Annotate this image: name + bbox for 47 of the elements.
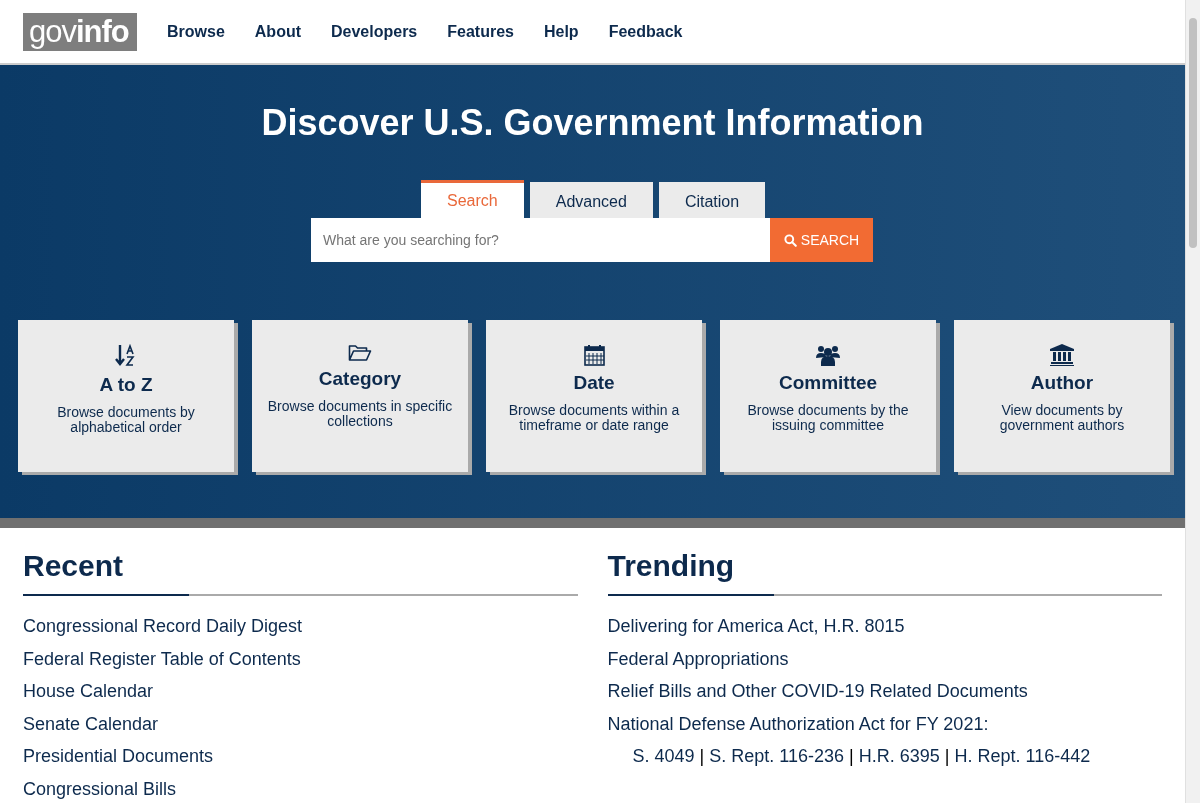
card-description: Browse documents by the issuing committee [746,403,910,433]
search-icon [783,233,797,247]
card-title: Author [1029,372,1095,395]
hero-title: Discover U.S. Government Information [260,101,925,145]
sub-link[interactable]: H. Rept. 116-442 [954,746,1091,766]
list-link[interactable]: Federal Register Table of Contents [23,642,578,675]
list-link[interactable]: Congressional Bills [23,772,578,803]
list-link[interactable]: Relief Bills and Other COVID-19 Related Documents [607,675,1162,708]
search-field[interactable]: What are you searching for? [311,218,770,263]
search-tab[interactable]: Citation [658,182,766,219]
list-link[interactable]: Congressional Record Daily Digest [23,610,578,643]
list-link[interactable]: House Calendar [23,675,578,708]
list-link[interactable]: Presidential Documents [23,740,578,773]
nav-link[interactable]: Help [543,19,579,44]
section-heading: Recent [23,548,125,584]
people-icon [816,344,840,367]
logo[interactable]: govinfo [23,12,137,51]
sort-alpha-icon [115,344,137,369]
nav-link[interactable]: Developers [331,19,418,44]
sub-link[interactable]: S. 4049 [632,746,695,766]
scrollbar[interactable] [1185,0,1200,803]
building-icon [1050,344,1074,367]
search-tab[interactable]: Advanced [529,182,653,219]
sub-link[interactable]: S. Rept. 116-236 [709,746,845,766]
separator: | [849,746,854,766]
card-description: Browse documents within a timeframe or date range [507,403,681,433]
list-link[interactable]: Senate Calendar [23,707,578,740]
nav-link[interactable]: Browse [167,19,225,44]
list-link[interactable]: Delivering for America Act, H.R. 8015 [607,610,1162,643]
card-title: Category [317,368,403,391]
card-description: Browse documents by alphabetical order [56,405,196,435]
list-link[interactable]: Federal Appropriations [607,642,1162,675]
sub-link[interactable]: H.R. 6395 [858,746,940,766]
card-description: Browse documents in specific collections [266,399,454,429]
folder-icon [348,344,372,363]
card-title: Date [572,372,616,395]
nav-link[interactable]: Features [447,19,514,44]
list-link[interactable]: National Defense Authorization Act for FY 2021: [607,707,1162,740]
nav-link[interactable]: About [254,19,301,44]
nav-link[interactable]: Feedback [608,19,683,44]
card-title: Committee [777,372,879,395]
calendar-icon [583,344,605,367]
card-description: View documents by government authors [998,403,1126,433]
separator: | [944,746,950,766]
separator: | [699,746,705,766]
section-heading: Trending [607,548,736,584]
card-title: A to Z [98,374,154,397]
